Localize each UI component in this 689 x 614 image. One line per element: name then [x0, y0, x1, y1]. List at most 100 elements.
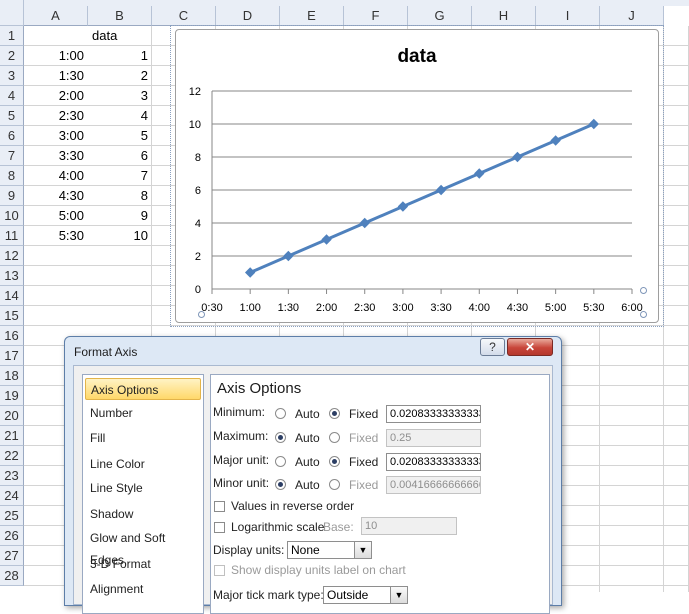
column-header-f[interactable]: F	[344, 6, 408, 26]
row-header-15[interactable]: 15	[0, 306, 24, 326]
row-header-8[interactable]: 8	[0, 166, 24, 186]
data-point-marker[interactable]	[397, 201, 409, 212]
cell-b1[interactable]: data	[88, 26, 152, 46]
nav-number[interactable]: Number	[85, 402, 201, 424]
row-header-12[interactable]: 12	[0, 246, 24, 266]
cell-a9[interactable]: 4:30	[24, 186, 88, 206]
data-point-marker[interactable]	[550, 135, 561, 146]
maximum-auto-label[interactable]: Auto	[295, 431, 320, 445]
nav-3d-format[interactable]: 3-D Format	[85, 553, 201, 575]
cell-a10[interactable]: 5:00	[24, 206, 88, 226]
row-header-1[interactable]: 1	[0, 26, 24, 46]
row-header-20[interactable]: 20	[0, 406, 24, 426]
cell-b10[interactable]: 9	[88, 206, 152, 226]
cell-b4[interactable]: 3	[88, 86, 152, 106]
minor-fixed-radio[interactable]	[329, 479, 340, 490]
chart-resize-handle[interactable]	[640, 287, 647, 294]
maximum-fixed-radio[interactable]	[329, 432, 340, 443]
log-scale-checkbox[interactable]	[214, 522, 225, 533]
row-header-23[interactable]: 23	[0, 466, 24, 486]
row-header-26[interactable]: 26	[0, 526, 24, 546]
row-header-16[interactable]: 16	[0, 326, 24, 346]
row-header-27[interactable]: 27	[0, 546, 24, 566]
row-header-7[interactable]: 7	[0, 146, 24, 166]
minor-auto-radio[interactable]	[275, 479, 286, 490]
cell-b3[interactable]: 2	[88, 66, 152, 86]
minor-unit-input[interactable]: 0.00416666666666667	[386, 476, 481, 494]
row-header-28[interactable]: 28	[0, 566, 24, 586]
nav-glow-soft-edges[interactable]: Glow and Soft Edges	[85, 527, 201, 567]
major-fixed-label[interactable]: Fixed	[349, 455, 378, 469]
nav-fill[interactable]: Fill	[85, 427, 201, 449]
row-header-9[interactable]: 9	[0, 186, 24, 206]
row-header-25[interactable]: 25	[0, 506, 24, 526]
column-header-c[interactable]: C	[152, 6, 216, 26]
data-point-marker[interactable]	[512, 151, 523, 163]
nav-axis-options[interactable]: Axis Options	[85, 378, 201, 400]
chart-resize-handle[interactable]	[198, 311, 205, 318]
cell-a11[interactable]: 5:30	[24, 226, 88, 246]
major-auto-radio[interactable]	[275, 456, 286, 467]
display-units-select[interactable]: None ▼	[287, 541, 372, 559]
column-header-g[interactable]: G	[408, 6, 472, 26]
data-point-marker[interactable]	[435, 184, 447, 196]
column-header-d[interactable]: D	[216, 6, 280, 26]
row-header-6[interactable]: 6	[0, 126, 24, 146]
minimum-input[interactable]: 0.0208333333333333	[386, 405, 481, 423]
row-header-5[interactable]: 5	[0, 106, 24, 126]
select-all-corner[interactable]	[0, 0, 24, 26]
column-header-b[interactable]: B	[88, 6, 152, 26]
maximum-auto-radio[interactable]	[275, 432, 286, 443]
row-header-3[interactable]: 3	[0, 66, 24, 86]
data-point-marker[interactable]	[474, 168, 485, 179]
cell-a7[interactable]: 3:30	[24, 146, 88, 166]
cell-b8[interactable]: 7	[88, 166, 152, 186]
nav-alignment[interactable]: Alignment	[85, 578, 201, 600]
cell-b2[interactable]: 1	[88, 46, 152, 66]
column-header-h[interactable]: H	[472, 6, 536, 26]
chart-plot-area[interactable]: 0246810120:30 1:00 1:30 2:00 2:30 3:00 3:30 4:0…	[176, 30, 660, 324]
row-header-17[interactable]: 17	[0, 346, 24, 366]
row-header-19[interactable]: 19	[0, 386, 24, 406]
cell-b5[interactable]: 4	[88, 106, 152, 126]
nav-shadow[interactable]: Shadow	[85, 503, 201, 525]
major-tick-select[interactable]: Outside ▼	[323, 586, 408, 604]
column-header-i[interactable]: I	[536, 6, 600, 26]
cell-a2[interactable]: 1:00	[24, 46, 88, 66]
base-input[interactable]: 10	[361, 517, 457, 535]
data-point-marker[interactable]	[244, 267, 256, 278]
minimum-auto-radio[interactable]	[275, 408, 286, 419]
log-scale-label[interactable]: Logarithmic scale	[231, 520, 324, 534]
row-header-21[interactable]: 21	[0, 426, 24, 446]
maximum-fixed-label[interactable]: Fixed	[349, 431, 378, 445]
minimum-auto-label[interactable]: Auto	[295, 407, 320, 421]
cell-b6[interactable]: 5	[88, 126, 152, 146]
major-fixed-radio[interactable]	[329, 456, 340, 467]
row-header-13[interactable]: 13	[0, 266, 24, 286]
data-point-marker[interactable]	[321, 234, 332, 245]
cell-b9[interactable]: 8	[88, 186, 152, 206]
column-header-j[interactable]: J	[600, 6, 664, 26]
cell-a5[interactable]: 2:30	[24, 106, 88, 126]
data-point-marker[interactable]	[359, 217, 370, 229]
row-header-22[interactable]: 22	[0, 446, 24, 466]
minor-auto-label[interactable]: Auto	[295, 478, 320, 492]
cell-b7[interactable]: 6	[88, 146, 152, 166]
nav-line-color[interactable]: Line Color	[85, 453, 201, 475]
minimum-fixed-label[interactable]: Fixed	[349, 407, 378, 421]
major-auto-label[interactable]: Auto	[295, 455, 320, 469]
minor-fixed-label[interactable]: Fixed	[349, 478, 378, 492]
cell-a6[interactable]: 3:00	[24, 126, 88, 146]
data-point-marker[interactable]	[283, 250, 294, 262]
show-units-checkbox[interactable]	[214, 565, 225, 576]
series-line[interactable]	[249, 122, 595, 274]
row-header-10[interactable]: 10	[0, 206, 24, 226]
reverse-order-label[interactable]: Values in reverse order	[231, 499, 354, 513]
column-header-a[interactable]: A	[24, 6, 88, 26]
reverse-order-checkbox[interactable]	[214, 501, 225, 512]
minimum-fixed-radio[interactable]	[329, 408, 340, 419]
column-header-e[interactable]: E	[280, 6, 344, 26]
help-button[interactable]: ?	[480, 338, 505, 356]
row-header-14[interactable]: 14	[0, 286, 24, 306]
row-header-2[interactable]: 2	[0, 46, 24, 66]
